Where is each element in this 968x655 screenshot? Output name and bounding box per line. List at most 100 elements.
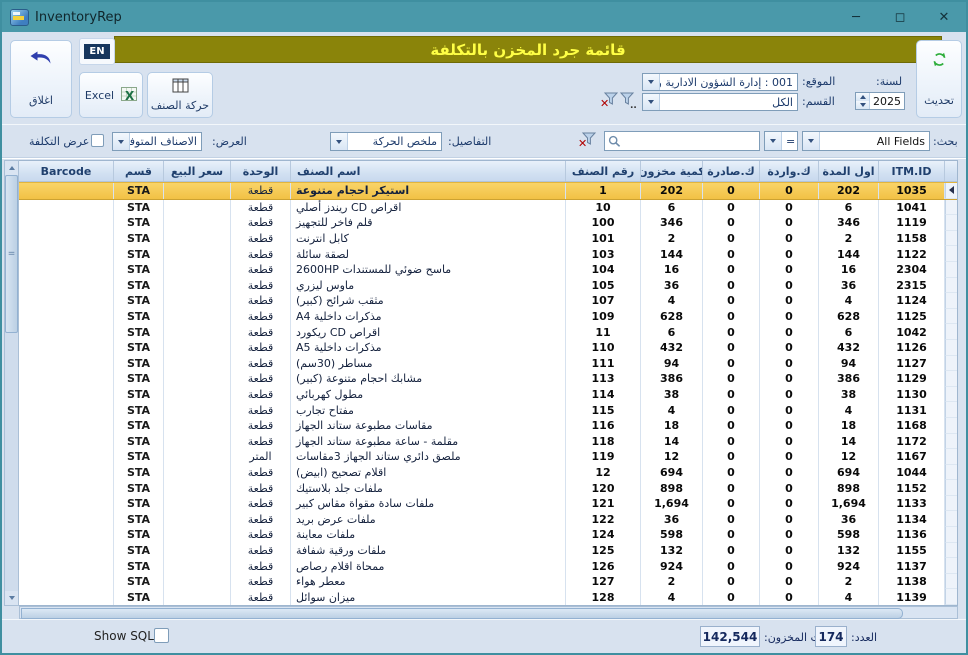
cell-barcode	[19, 402, 114, 418]
cell-stock: 36	[641, 511, 703, 527]
cell-unit: قطعة	[231, 278, 291, 294]
undo-arrow-icon	[29, 51, 53, 64]
search-input[interactable]	[624, 132, 773, 150]
cell-item-name: ماوس ليزري	[291, 278, 566, 294]
minimize-button[interactable]: ─	[834, 2, 878, 32]
vertical-scrollbar[interactable]: =	[4, 160, 19, 606]
col-header-price[interactable]: سعر البيع	[164, 161, 231, 181]
cell-item-no: 113	[566, 371, 641, 387]
table-row[interactable]: STA قطعة ملفات ورقية شفافة 125 132 0 0 1…	[19, 543, 957, 559]
excel-export-button[interactable]: Excel X	[79, 72, 143, 118]
cell-price	[164, 558, 231, 574]
operator-dropdown[interactable]: =	[764, 131, 798, 151]
item-movement-button[interactable]: حركة الصنف	[147, 72, 213, 118]
table-row[interactable]: STA قطعة مثقب شرائح (كبير) 107 4 0 0 4 1…	[19, 293, 957, 309]
cell-dept: STA	[114, 183, 164, 199]
cell-price	[164, 543, 231, 559]
table-row[interactable]: STA قطعة مطول كهربائي 114 38 0 0 38 1130	[19, 387, 957, 403]
cell-barcode	[19, 434, 114, 450]
scrollbar-thumb[interactable]: =	[5, 175, 18, 333]
col-header-barcode[interactable]: Barcode	[19, 161, 114, 181]
cell-unit: قطعة	[231, 215, 291, 231]
table-row[interactable]: STA قطعة لصقة سائلة 103 144 0 0 144 1122	[19, 246, 957, 262]
table-row[interactable]: STA قطعة قلم فاخر للتجهيز 100 346 0 0 34…	[19, 215, 957, 231]
cell-price	[164, 278, 231, 294]
search-field-dropdown[interactable]: All Fields	[802, 131, 930, 151]
col-header-itemno[interactable]: رقم الصنف	[566, 161, 641, 181]
titlebar: InventoryRep ─ ◻ ✕	[2, 2, 966, 32]
table-row[interactable]: STA قطعة مذكرات داخلية A4 109 628 0 0 62…	[19, 309, 957, 325]
filter-edit-icon[interactable]: ..	[619, 92, 637, 109]
cell-dept: STA	[114, 387, 164, 403]
cell-opening: 12	[819, 449, 879, 465]
table-row[interactable]: STA قطعة ملفات سادة مقواة مقاس كبير 121 …	[19, 496, 957, 512]
table-row[interactable]: STA قطعة مقلمة - ساعة مطبوعة ستاند الجها…	[19, 434, 957, 450]
chevron-down-icon[interactable]	[113, 133, 130, 150]
year-spin-buttons[interactable]	[856, 93, 870, 109]
table-row[interactable]: STA قطعة كابل انترنت 101 2 0 0 2 1158	[19, 231, 957, 247]
close-window-button[interactable]: ✕	[922, 2, 966, 32]
scroll-down-icon[interactable]	[5, 591, 18, 605]
horizontal-scrollbar-thumb[interactable]	[21, 608, 903, 619]
col-header-stock[interactable]: كمية مخزون	[641, 161, 703, 181]
cell-opening: 132	[819, 543, 879, 559]
cell-qty-out: 0	[703, 387, 760, 403]
clear-search-filter-icon[interactable]: ✕	[578, 132, 596, 149]
chevron-down-icon[interactable]	[643, 74, 660, 90]
table-row[interactable]: STA قطعة مشابك احجام متنوعة (كبير) 113 3…	[19, 371, 957, 387]
show-sql-checkbox[interactable]	[154, 628, 169, 643]
year-spinner[interactable]: 2025	[855, 92, 905, 110]
col-header-name[interactable]: اسم الصنف	[291, 161, 566, 181]
language-toggle-button[interactable]: EN	[84, 44, 109, 59]
cell-stock: 386	[641, 371, 703, 387]
table-row[interactable]: STA قطعة ماوس ليزري 105 36 0 0 36 2315	[19, 278, 957, 294]
chevron-down-icon[interactable]	[643, 94, 660, 110]
show-cost-label: عرض التكلفة	[29, 135, 89, 148]
horizontal-scrollbar[interactable]	[19, 606, 958, 619]
details-dropdown[interactable]: ملخص الحركة	[330, 132, 442, 151]
cell-item-no: 101	[566, 231, 641, 247]
table-row[interactable]: STA قطعة مفتاح تجارب 115 4 0 0 4 1131	[19, 402, 957, 418]
table-row[interactable]: STA قطعة ملفات جلد بلاستيك 120 898 0 0 8…	[19, 480, 957, 496]
table-row[interactable]: STA قطعة مساطر (30سم) 111 94 0 0 94 1127	[19, 356, 957, 372]
cell-itm-id: 2304	[879, 262, 945, 278]
chevron-down-icon[interactable]	[765, 132, 782, 150]
col-header-itm-id[interactable]: ITM.ID	[879, 161, 945, 181]
chevron-down-icon[interactable]	[331, 133, 348, 150]
cell-qty-in: 0	[760, 246, 819, 262]
refresh-button[interactable]: تحديث	[916, 40, 962, 118]
table-row[interactable]: STA قطعة مقاسات مطبوعة ستاند الجهاز 116 …	[19, 418, 957, 434]
table-row[interactable]: STA قطعة ماسح ضوئي للمستندات 2600HP 104 …	[19, 262, 957, 278]
row-indicator	[945, 200, 957, 216]
table-row[interactable]: STA قطعة ملفات معاينة 124 598 0 0 598 11…	[19, 527, 957, 543]
col-header-dept[interactable]: قسم	[114, 161, 164, 181]
view-dropdown[interactable]: الاصناف المتوفرة	[112, 132, 202, 151]
scroll-up-icon[interactable]	[5, 161, 18, 175]
cell-barcode	[19, 262, 114, 278]
table-row[interactable]: STA قطعة استيكر احجام متنوعة 1 202 0 0 2…	[19, 182, 957, 200]
table-row[interactable]: STA المتر ملصق دائري ستاند الجهاز 3مقاسا…	[19, 449, 957, 465]
col-header-qty-out[interactable]: ك.صادرة	[703, 161, 760, 181]
col-header-opening[interactable]: اول المدة	[819, 161, 879, 181]
department-dropdown[interactable]: الكل	[642, 93, 798, 111]
cell-stock: 898	[641, 480, 703, 496]
cell-itm-id: 1134	[879, 511, 945, 527]
table-row[interactable]: STA قطعة ملفات عرض بريد 122 36 0 0 36 11…	[19, 511, 957, 527]
maximize-button[interactable]: ◻	[878, 2, 922, 32]
location-dropdown[interactable]: 001 : إدارة الشؤون الادارية و المالية	[642, 73, 798, 91]
cell-opening: 38	[819, 387, 879, 403]
col-header-qty-in[interactable]: ك.واردة	[760, 161, 819, 181]
show-cost-checkbox[interactable]	[91, 134, 104, 147]
table-row[interactable]: STA قطعة ممحاة اقلام رصاص 126 924 0 0 92…	[19, 558, 957, 574]
table-row[interactable]: STA قطعة معطر هواء 127 2 0 0 2 1138	[19, 574, 957, 590]
table-row[interactable]: STA قطعة مذكرات داخلية A5 110 432 0 0 43…	[19, 340, 957, 356]
cell-item-no: 116	[566, 418, 641, 434]
chevron-down-icon[interactable]	[803, 132, 820, 150]
close-form-button[interactable]: اغلاق	[10, 40, 72, 118]
table-row[interactable]: STA قطعة اقراص CD ريندز أصلي 10 6 0 0 6 …	[19, 200, 957, 216]
table-row[interactable]: STA قطعة اقراص CD ريكورد 11 6 0 0 6 1042	[19, 324, 957, 340]
table-row[interactable]: STA قطعة ميزان سوائل 128 4 0 0 4 1139	[19, 589, 957, 605]
col-header-unit[interactable]: الوحدة	[231, 161, 291, 181]
clear-filter-icon[interactable]: ✕	[600, 92, 618, 109]
table-row[interactable]: STA قطعة اقلام تصحيح (ابيض) 12 694 0 0 6…	[19, 465, 957, 481]
